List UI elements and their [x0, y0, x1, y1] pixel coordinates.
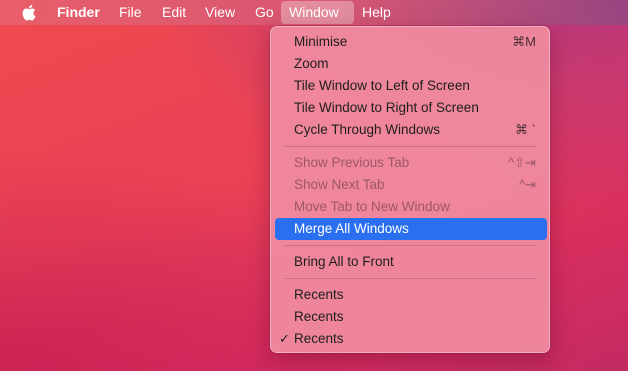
menu-item-recents-checked[interactable]: ✓ Recents [275, 328, 547, 350]
menu-item-label: Zoom [294, 56, 329, 71]
menu-item-move-tab-new-window[interactable]: Move Tab to New Window [275, 196, 547, 218]
menu-item-bring-all-to-front[interactable]: Bring All to Front [275, 251, 547, 273]
menubar-window[interactable]: Window [281, 1, 354, 24]
menu-item-label: Merge All Windows [294, 221, 409, 236]
menu-item-show-next-tab[interactable]: Show Next Tab ^⇥ [275, 174, 547, 196]
menubar-finder[interactable]: Finder [49, 1, 108, 24]
menubar-edit[interactable]: Edit [154, 1, 194, 24]
menu-item-label: Bring All to Front [294, 254, 394, 269]
menu-item-shortcut: ⌘ ` [515, 122, 536, 137]
menu-item-merge-all-windows[interactable]: Merge All Windows [275, 218, 547, 240]
menu-item-tile-right[interactable]: Tile Window to Right of Screen [275, 97, 547, 119]
window-menu-dropdown: Minimise ⌘M Zoom Tile Window to Left of … [270, 26, 550, 353]
menu-item-label: Show Previous Tab [294, 155, 410, 170]
menu-item-label: Cycle Through Windows [294, 122, 441, 137]
menu-bar: Finder File Edit View Go Window Help [0, 0, 628, 25]
menu-item-label: Recents [294, 309, 344, 324]
menu-item-label: Show Next Tab [294, 177, 385, 192]
checkmark-icon: ✓ [279, 331, 290, 346]
menubar-go[interactable]: Go [247, 1, 282, 24]
menu-item-shortcut: ^⇧⇥ [508, 155, 536, 170]
apple-logo-icon[interactable] [22, 4, 36, 21]
menu-item-label: Tile Window to Left of Screen [294, 78, 470, 93]
menu-item-show-previous-tab[interactable]: Show Previous Tab ^⇧⇥ [275, 152, 547, 174]
menu-item-label: Recents [294, 287, 344, 302]
menu-item-recents[interactable]: Recents [275, 306, 547, 328]
menu-separator [285, 278, 537, 279]
menu-item-label: Tile Window to Right of Screen [294, 100, 479, 115]
menubar-help[interactable]: Help [354, 1, 399, 24]
menu-separator [285, 146, 537, 147]
menu-item-label: Minimise [294, 34, 348, 49]
menu-item-minimise[interactable]: Minimise ⌘M [275, 31, 547, 53]
menu-item-label: Recents [294, 331, 344, 346]
menubar-view[interactable]: View [197, 1, 243, 24]
menubar-file[interactable]: File [111, 1, 150, 24]
menu-separator [285, 245, 537, 246]
menu-item-cycle-windows[interactable]: Cycle Through Windows ⌘ ` [275, 119, 547, 141]
menu-item-zoom[interactable]: Zoom [275, 53, 547, 75]
menu-item-recents[interactable]: Recents [275, 284, 547, 306]
menu-item-shortcut: ⌘M [512, 34, 536, 49]
menu-item-shortcut: ^⇥ [519, 177, 536, 192]
menu-item-label: Move Tab to New Window [294, 199, 450, 214]
menu-item-tile-left[interactable]: Tile Window to Left of Screen [275, 75, 547, 97]
